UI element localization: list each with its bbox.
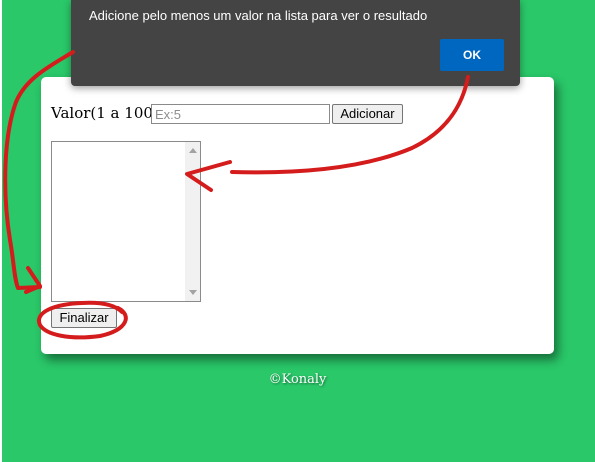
footer-credit: ©Konaly (268, 372, 327, 387)
dialog-message: Adicione pelo menos um valor na lista pa… (89, 8, 428, 23)
value-label: Valor(1 a 100): (51, 104, 164, 122)
alert-dialog: Adicione pelo menos um valor na lista pa… (71, 0, 520, 86)
listbox-scrollbar[interactable] (185, 142, 200, 301)
add-button[interactable]: Adicionar (332, 104, 403, 124)
values-listbox[interactable] (51, 141, 201, 302)
scroll-up-arrow-icon[interactable] (189, 148, 197, 153)
scroll-down-arrow-icon[interactable] (189, 290, 197, 295)
ok-button[interactable]: OK (440, 39, 504, 71)
finish-button[interactable]: Finalizar (51, 308, 117, 328)
form-card: Valor(1 a 100): Adicionar Finalizar (41, 77, 554, 354)
value-input[interactable] (151, 104, 330, 124)
